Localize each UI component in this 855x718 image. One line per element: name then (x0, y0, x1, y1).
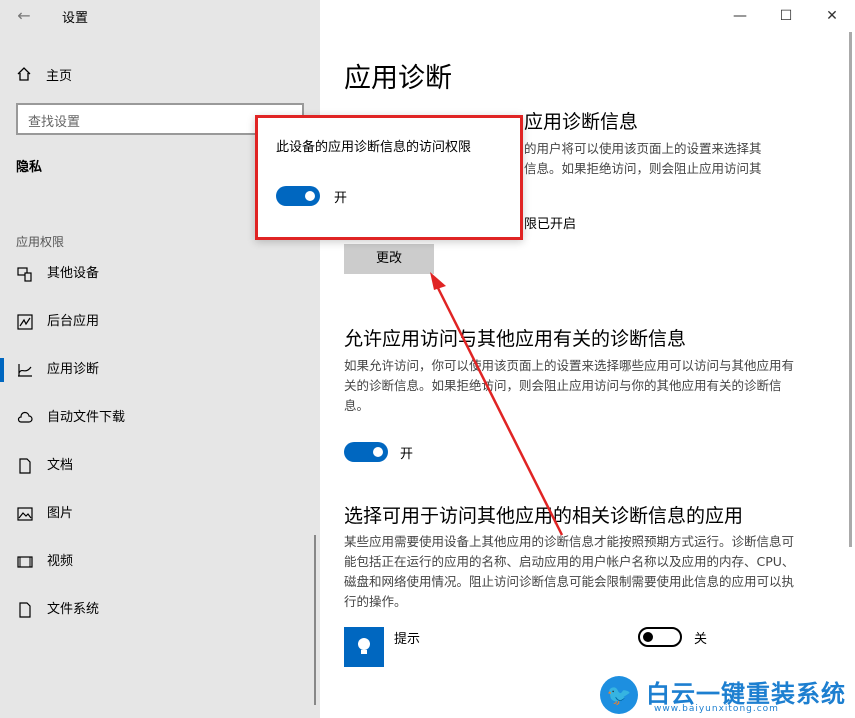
popup-toggle-label: 开 (334, 191, 348, 206)
annotation-arrow (430, 272, 564, 536)
bird-logo-icon: 🐦 (600, 676, 638, 714)
watermark-url: www.baiyunxitong.com (654, 704, 779, 714)
toggle-knob (305, 191, 315, 201)
popup-title: 此设备的应用诊断信息的访问权限 (276, 140, 472, 155)
highlight-popup: 此设备的应用诊断信息的访问权限 开 (255, 115, 523, 240)
popup-toggle[interactable] (276, 186, 320, 206)
watermark: 🐦 白云一键重装系统 www.baiyunxitong.com (600, 676, 850, 716)
